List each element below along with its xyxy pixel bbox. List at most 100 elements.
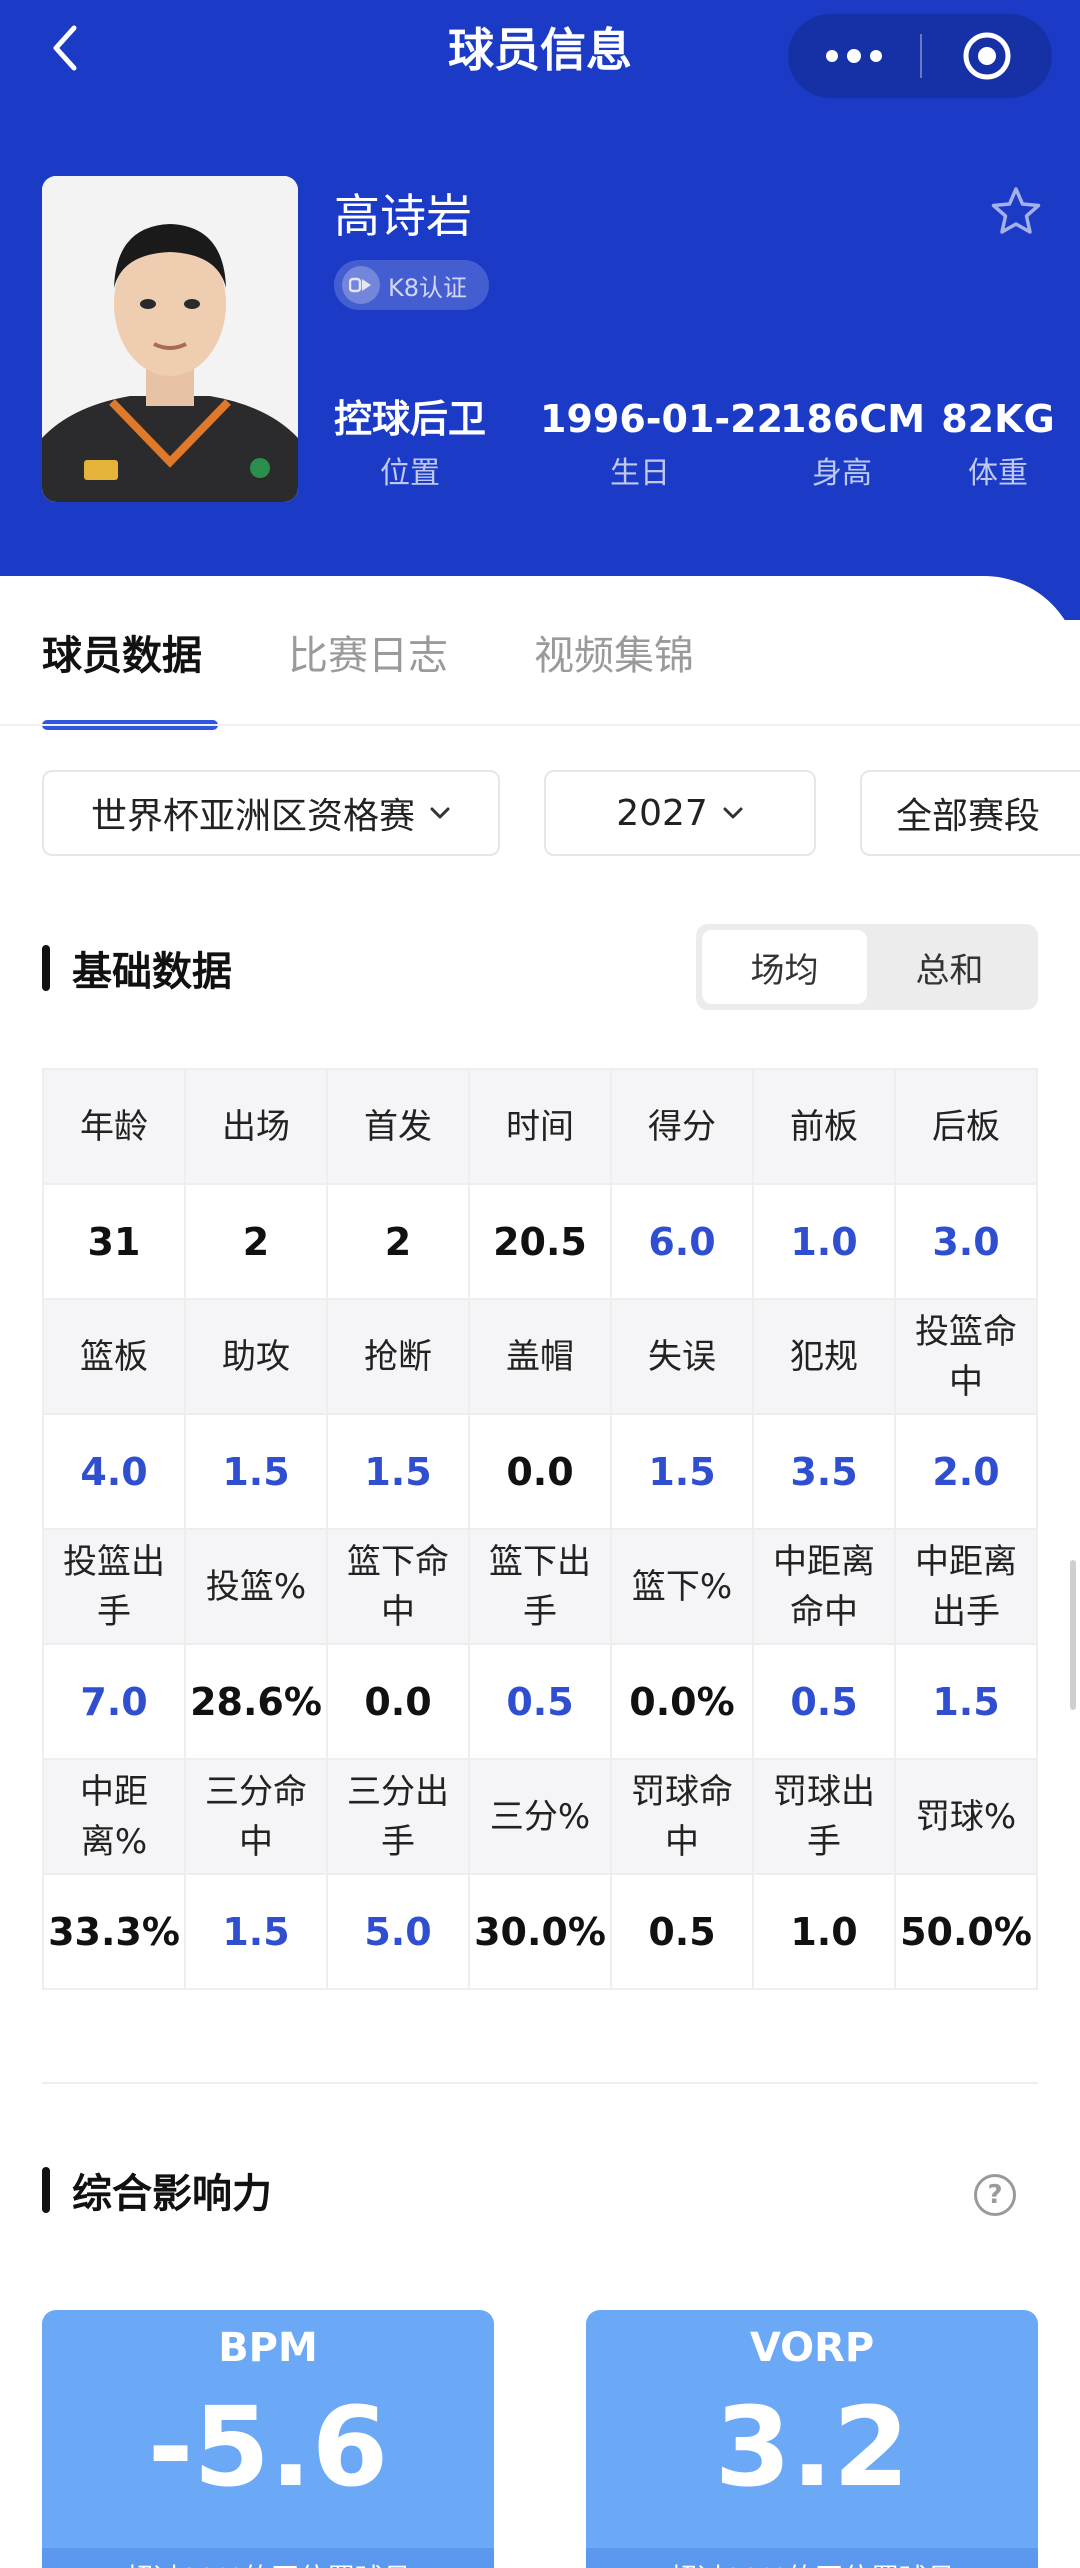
stat-value-cell: 5.0 [328, 1875, 468, 1988]
tab-player-data[interactable]: 球员数据 [42, 626, 202, 686]
impact-value: -5.6 [147, 2383, 389, 2511]
info-label: 生日 [610, 456, 670, 491]
impact-name: VORP [749, 2325, 875, 2371]
cert-badge: K8认证 [334, 260, 490, 310]
stat-value-cell: 0.5 [754, 1645, 894, 1758]
stat-value-cell: 20.5 [470, 1185, 610, 1298]
filter-label: 世界杯亚洲区资格赛 [90, 796, 415, 837]
section-marker [42, 945, 50, 991]
section-title: 基础数据 [72, 949, 232, 995]
favorite-button[interactable] [988, 184, 1044, 240]
stats-mode-toggle: 场均 总和 [696, 924, 1038, 1010]
stat-value-cell: 50.0% [896, 1875, 1036, 1988]
info-label: 位置 [380, 456, 440, 491]
basic-stats-header: 基础数据 [42, 938, 232, 998]
scrollbar-thumb[interactable] [1070, 1560, 1076, 1710]
impact-card-bpm: BPM -5.6 超过33%的同位置球员 [42, 2310, 494, 2568]
info-value: 控球后卫 [333, 397, 486, 441]
impact-note: 超过33%的同位置球员 [42, 2548, 494, 2568]
player-name: 高诗岩 [334, 189, 472, 243]
stat-value-cell: 30.0% [470, 1875, 610, 1988]
filter-label: 2027 [616, 792, 708, 834]
stat-value-cell: 0.5 [470, 1645, 610, 1758]
stat-header-cell: 前板 [754, 1070, 894, 1183]
cert-label: K8认证 [388, 273, 468, 302]
more-icon [826, 49, 882, 63]
stat-header-cell: 篮下% [612, 1530, 752, 1643]
chevron-down-icon [723, 807, 743, 819]
stat-value-cell: 4.0 [44, 1415, 184, 1528]
info-weight: 82KG 体重 [940, 392, 1056, 500]
impact-card-vorp: VORP 3.2 超过23%的同位置球员 [586, 2310, 1038, 2568]
stat-header-cell: 篮板 [44, 1300, 184, 1413]
stat-value-cell: 7.0 [44, 1645, 184, 1758]
tab-video-highlights[interactable]: 视频集锦 [534, 626, 694, 686]
stat-value-cell: 31 [44, 1185, 184, 1298]
stat-header-cell: 失误 [612, 1300, 752, 1413]
stat-header-cell: 犯规 [754, 1300, 894, 1413]
close-mini-program-button[interactable] [922, 14, 1052, 98]
stat-value-cell: 1.5 [612, 1415, 752, 1528]
toggle-per-game[interactable]: 场均 [702, 930, 867, 1004]
more-button[interactable] [788, 14, 920, 98]
info-value: 186CM [780, 397, 926, 441]
impact-header: 综合影响力 [42, 2160, 272, 2220]
stat-header-cell: 三分命中 [186, 1760, 326, 1873]
impact-name: BPM [218, 2325, 318, 2371]
stat-header-cell: 后板 [896, 1070, 1036, 1183]
section-title: 综合影响力 [72, 2171, 272, 2217]
stat-value-cell: 0.0% [612, 1645, 752, 1758]
filter-row: 世界杯亚洲区资格赛 2027 全部赛段 [0, 770, 1080, 856]
stat-header-cell: 中距离% [44, 1760, 184, 1873]
filter-stage[interactable]: 全部赛段 [860, 770, 1080, 856]
stats-table: 年龄 出场 首发 时间 得分 前板 后板 31 2 2 20.5 6.0 1.0 3.0 篮板 助攻 抢断 盖帽失… [42, 1068, 1038, 1990]
tab-game-log[interactable]: 比赛日志 [288, 626, 448, 686]
impact-value: 3.2 [714, 2383, 910, 2511]
stat-value-cell: 1.0 [754, 1875, 894, 1988]
stat-value-cell: 1.5 [328, 1415, 468, 1528]
stat-value-cell: 2.0 [896, 1415, 1036, 1528]
stat-header-cell: 投篮% [186, 1530, 326, 1643]
stat-value-cell: 1.0 [754, 1185, 894, 1298]
star-icon [991, 187, 1041, 234]
stat-header-cell: 投篮出手 [44, 1530, 184, 1643]
info-birthday: 1996-01-22 生日 [540, 392, 783, 500]
toggle-total[interactable]: 总和 [867, 930, 1032, 1004]
stat-header-cell: 出场 [186, 1070, 326, 1183]
stat-value-cell: 28.6% [186, 1645, 326, 1758]
stat-header-cell: 篮下出手 [470, 1530, 610, 1643]
stat-value-cell: 1.5 [186, 1415, 326, 1528]
stat-value-cell: 6.0 [612, 1185, 752, 1298]
stat-value-cell: 1.5 [186, 1875, 326, 1988]
section-divider [42, 2082, 1038, 2084]
stat-value-cell: 1.5 [896, 1645, 1036, 1758]
help-icon[interactable]: ? [974, 2174, 1016, 2216]
stat-header-cell: 助攻 [186, 1300, 326, 1413]
stat-header-cell: 三分出手 [328, 1760, 468, 1873]
filter-season[interactable]: 2027 [544, 770, 816, 856]
section-marker [42, 2167, 50, 2213]
stat-value-cell: 3.5 [754, 1415, 894, 1528]
stat-header-cell: 罚球命中 [612, 1760, 752, 1873]
filter-competition[interactable]: 世界杯亚洲区资格赛 [42, 770, 500, 856]
target-icon [963, 32, 1011, 80]
stat-header-cell: 篮下命中 [328, 1530, 468, 1643]
mini-program-capsule [788, 14, 1052, 98]
impact-note: 超过23%的同位置球员 [586, 2548, 1038, 2568]
info-value: 82KG [941, 397, 1055, 441]
stat-value-cell: 3.0 [896, 1185, 1036, 1298]
stat-header-cell: 三分% [470, 1760, 610, 1873]
info-label: 体重 [968, 456, 1028, 491]
info-position: 控球后卫 位置 [330, 392, 490, 500]
filter-label: 全部赛段 [896, 796, 1041, 837]
chevron-down-icon [430, 807, 450, 819]
stat-header-cell: 中距离命中 [754, 1530, 894, 1643]
stat-value-cell: 0.0 [328, 1645, 468, 1758]
stat-header-cell: 罚球% [896, 1760, 1036, 1873]
stat-header-cell: 时间 [470, 1070, 610, 1183]
info-height: 186CM 身高 [780, 392, 926, 500]
content-card: 球员数据 比赛日志 视频集锦 世界杯亚洲区资格赛 2027 全部赛段 基础数据 … [0, 576, 1080, 2568]
stat-value-cell: 2 [328, 1185, 468, 1298]
stat-header-cell: 中距离出手 [896, 1530, 1036, 1643]
stat-header-cell: 得分 [612, 1070, 752, 1183]
